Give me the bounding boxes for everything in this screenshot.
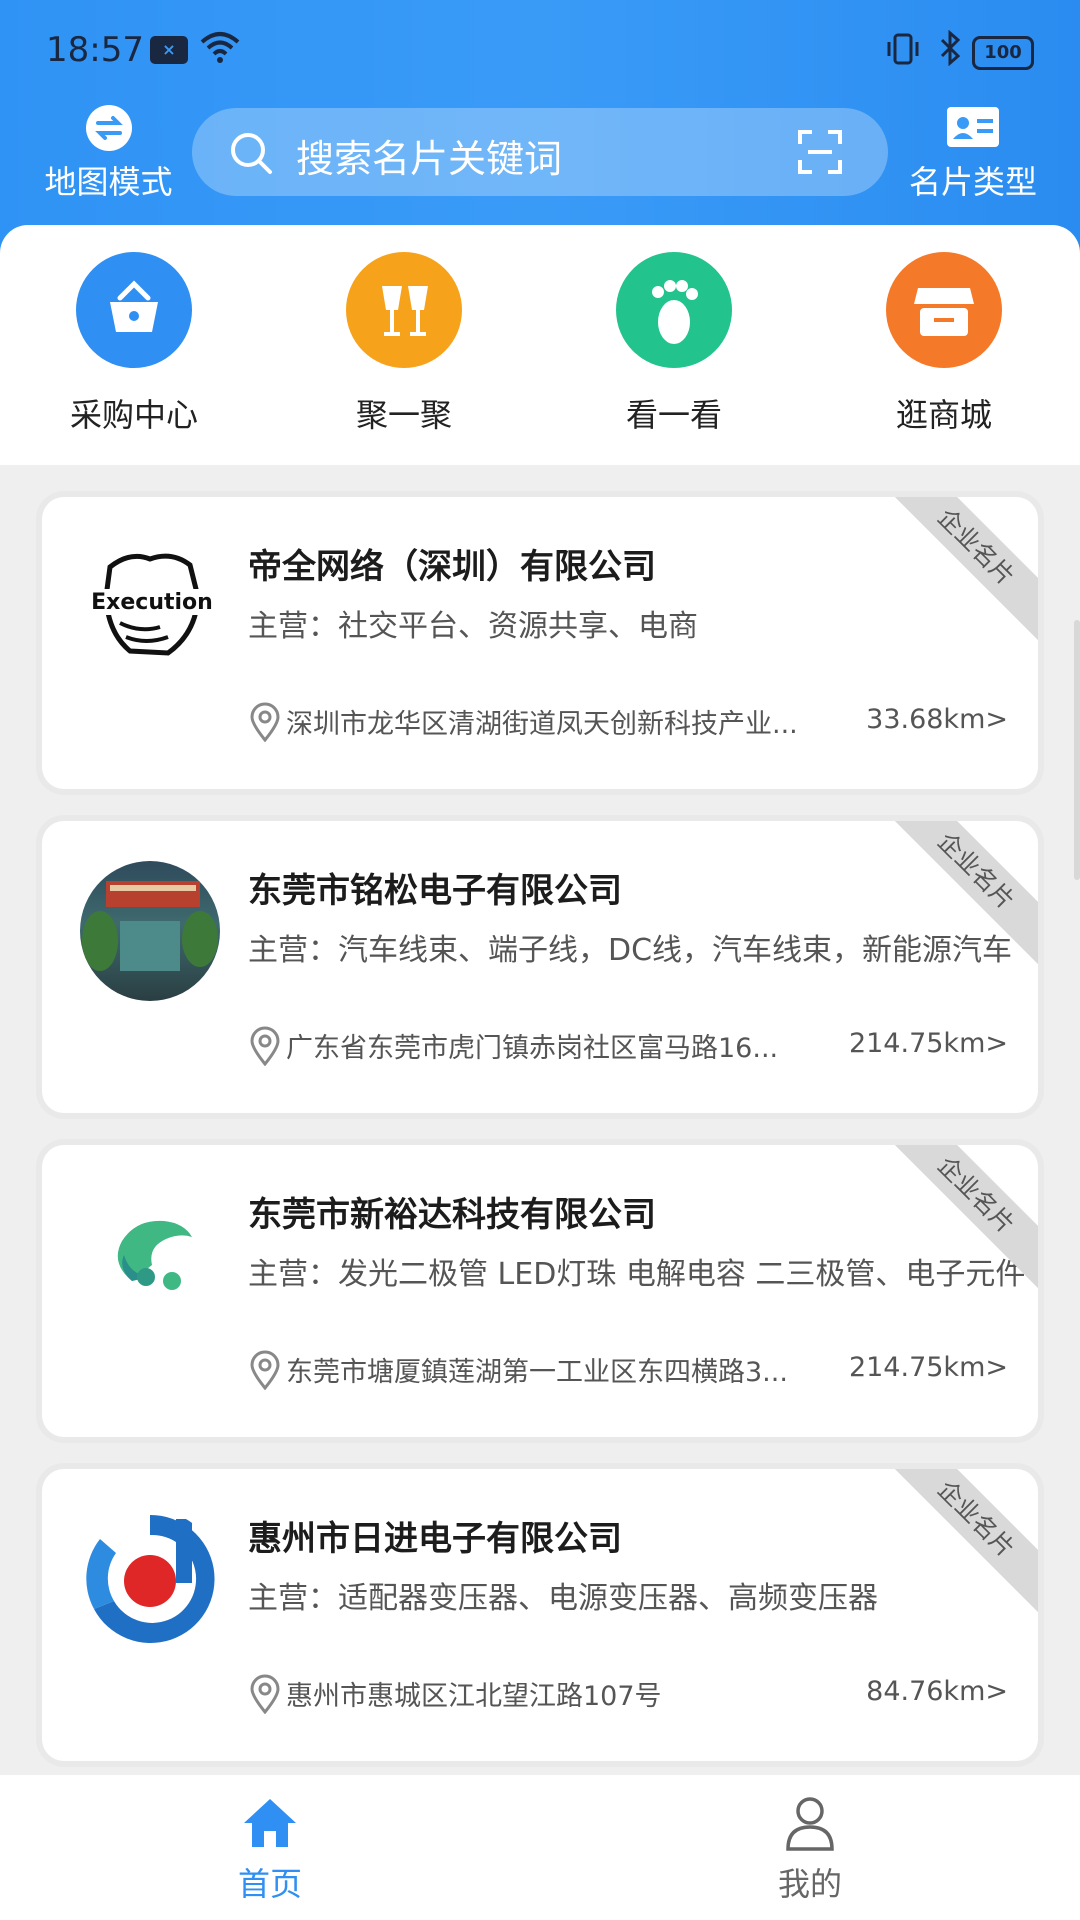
company-business: 主营：社交平台、资源共享、电商 [248,609,698,644]
company-name: 帝全网络（深圳）有限公司 [248,547,656,587]
company-logo [80,1185,220,1325]
company-address-row: 深圳市龙华区清湖街道凤天创新科技产业... [248,702,798,749]
company-logo: Execution [80,537,220,677]
card-type-label: 名片类型 [908,163,1037,201]
home-icon [244,1799,296,1847]
company-business: 主营：发光二极管 LED灯珠 电解电容 二三极管、电子元件 [248,1257,1026,1292]
bottom-navigation: 首页 我的 [0,1775,1080,1920]
nav-home[interactable]: 首页 [190,1795,350,1905]
business-card-list: Execution 帝全网络（深圳）有限公司 主营：社交平台、资源共享、电商 深… [0,465,1080,1775]
company-name: 东莞市新裕达科技有限公司 [248,1195,656,1235]
card-type-button[interactable]: 名片类型 [898,105,1048,201]
business-card[interactable]: 惠州市日进电子有限公司 主营：适配器变压器、电源变压器、高频变压器 惠州市惠城区… [42,1469,1038,1761]
battery-icon: 100 [972,36,1034,70]
company-logo [80,1509,220,1649]
quick-action-label: 逛商城 [895,396,992,434]
company-name: 东莞市铭松电子有限公司 [248,871,622,911]
status-bar: 18:57 × 100 [0,0,1080,100]
quick-action-mall[interactable]: 逛商城 [844,252,1044,436]
map-mode-label: 地图模式 [44,163,173,201]
scan-icon[interactable] [796,128,844,180]
footprint-icon [616,252,732,368]
vibrate-icon [885,32,921,70]
company-business: 主营：汽车线束、端子线，DC线，汽车线束，新能源汽车 [248,933,1013,968]
company-address-row: 东莞市塘厦鎮莲湖第一工业区东四横路3... [248,1350,788,1397]
company-address-row: 惠州市惠城区江北望江路107号 [248,1674,662,1721]
location-pin-icon [248,1674,282,1721]
status-time: 18:57 [46,30,144,70]
quick-action-purchase-center[interactable]: 采购中心 [34,252,234,436]
logo-text: Execution [91,590,213,615]
bluetooth-icon [938,29,964,70]
company-address: 惠州市惠城区江北望江路107号 [286,1681,662,1712]
quick-action-label: 聚一聚 [355,396,452,434]
company-distance: 214.75km> [848,1352,1008,1383]
map-mode-button[interactable]: 地图模式 [36,105,181,201]
location-pin-icon [248,702,282,749]
company-address: 东莞市塘厦鎮莲湖第一工业区东四横路3... [286,1357,788,1388]
user-icon [786,1797,834,1851]
swap-icon [85,105,132,151]
id-card-icon [898,105,1048,153]
nav-home-label: 首页 [237,1865,302,1903]
company-distance: 84.76km> [866,1676,1008,1707]
scroll-indicator [1074,620,1080,880]
business-card[interactable]: 东莞市新裕达科技有限公司 主营：发光二极管 LED灯珠 电解电容 二三极管、电子… [42,1145,1038,1437]
company-address: 深圳市龙华区清湖街道凤天创新科技产业... [286,709,798,740]
location-pin-icon [248,1350,282,1397]
quick-action-label: 看一看 [625,396,722,434]
search-icon [228,130,274,180]
wifi-icon [200,30,240,68]
company-distance: 214.75km> [848,1028,1008,1059]
wine-glasses-icon [346,252,462,368]
business-card[interactable]: 东莞市铭松电子有限公司 主营：汽车线束、端子线，DC线，汽车线束，新能源汽车 广… [42,821,1038,1113]
company-logo [80,861,220,1001]
location-pin-icon [248,1026,282,1073]
quick-action-gather[interactable]: 聚一聚 [304,252,504,436]
store-icon [886,252,1002,368]
company-business: 主营：适配器变压器、电源变压器、高频变压器 [248,1581,878,1616]
quick-action-look[interactable]: 看一看 [574,252,774,436]
shopping-basket-icon [76,252,192,368]
search-bar[interactable]: 搜索名片关键词 [192,108,888,196]
company-address-row: 广东省东莞市虎门镇赤岗社区富马路16... [248,1026,778,1073]
search-placeholder: 搜索名片关键词 [296,137,563,181]
app-header: 18:57 × 100 地图模式 搜索名片关键词 名片类型 [0,0,1080,260]
nav-mine[interactable]: 我的 [730,1795,890,1905]
company-address: 广东省东莞市虎门镇赤岗社区富马路16... [286,1033,779,1064]
sim-icon: × [150,36,188,64]
quick-actions-panel: 采购中心 聚一聚 看一看 逛商城 [0,225,1080,465]
business-card[interactable]: Execution 帝全网络（深圳）有限公司 主营：社交平台、资源共享、电商 深… [42,497,1038,789]
company-distance: 33.68km> [866,704,1008,735]
company-name: 惠州市日进电子有限公司 [248,1519,622,1559]
quick-action-label: 采购中心 [69,396,198,434]
nav-mine-label: 我的 [777,1865,842,1903]
